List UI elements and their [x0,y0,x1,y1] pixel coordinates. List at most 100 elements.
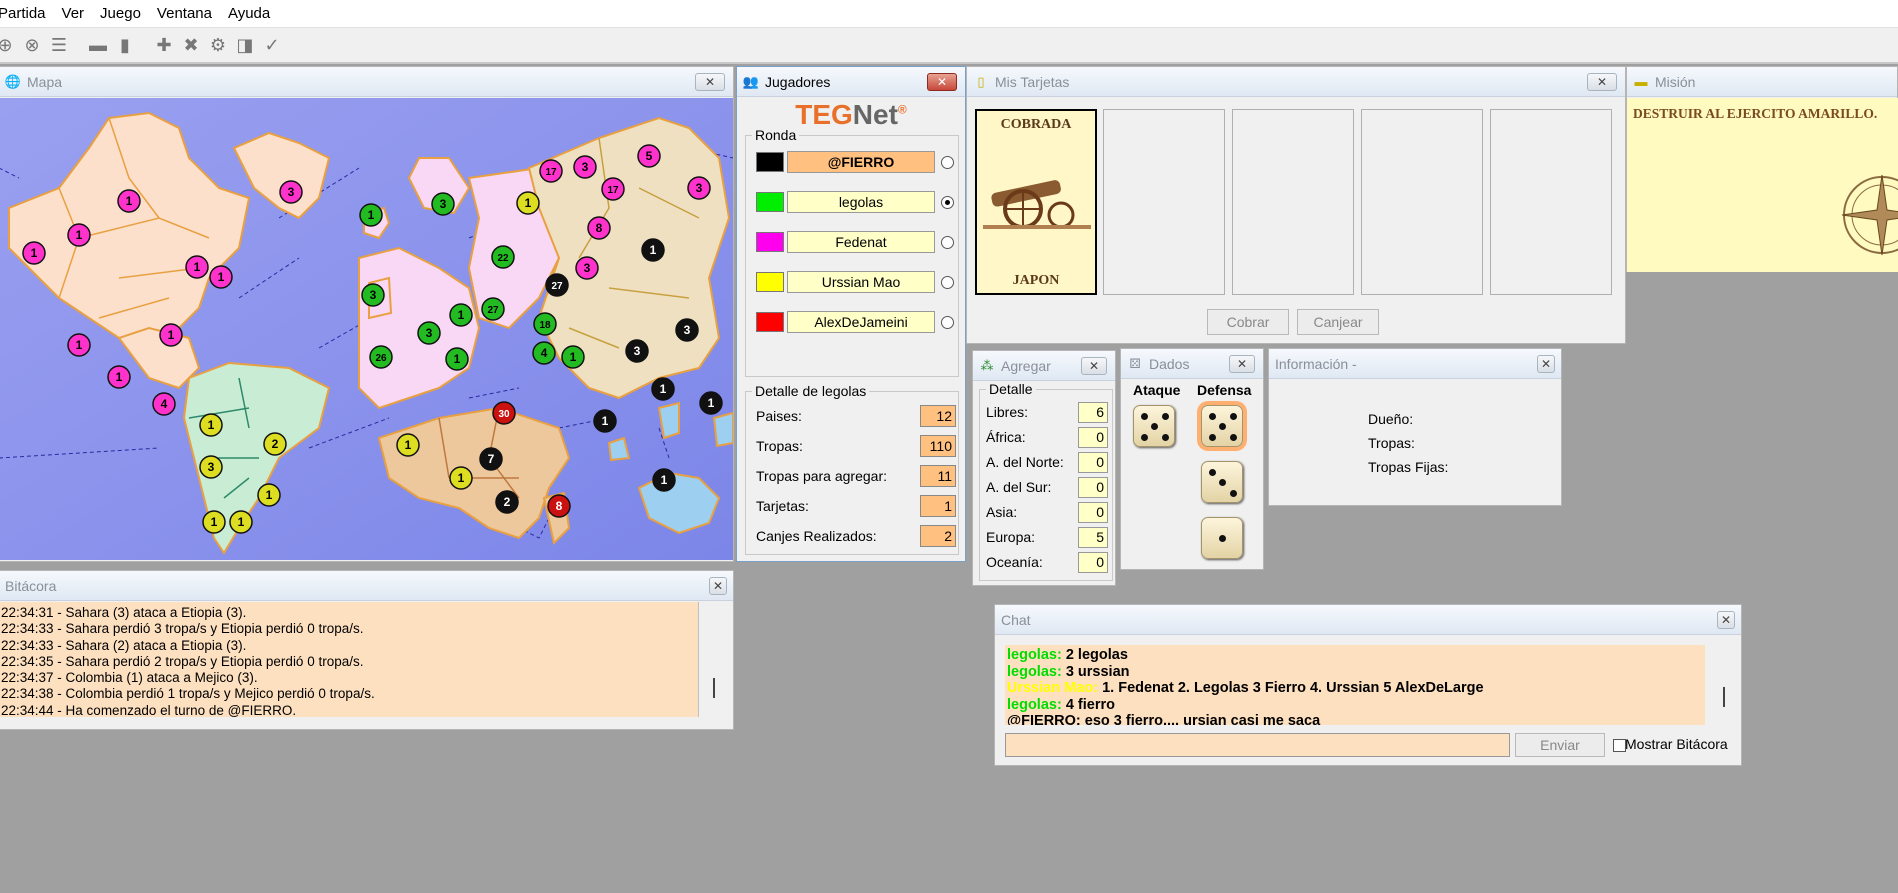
player-radio[interactable] [941,155,954,169]
army-marker[interactable]: 1 [593,409,617,433]
menu-item-1[interactable]: Ver [54,0,93,28]
army-marker[interactable]: 3 [575,256,599,280]
menu-item-2[interactable]: Juego [92,0,149,28]
close-button[interactable]: ✕ [695,73,725,91]
close-button[interactable]: ✕ [1229,355,1255,373]
army-marker[interactable]: 1 [641,238,665,262]
army-marker[interactable]: 7 [479,447,503,471]
army-marker[interactable]: 5 [637,144,661,168]
army-count: 1 [31,246,38,260]
player-row[interactable]: AlexDeJameini [756,310,956,334]
army-marker[interactable]: 1 [22,241,46,265]
army-marker[interactable]: 1 [257,483,281,507]
army-marker[interactable]: 17 [601,177,625,201]
army-marker[interactable]: 27 [545,273,569,297]
disconnect-icon[interactable]: ⊗ [19,31,45,59]
close-button[interactable]: ✕ [1717,611,1735,629]
army-marker[interactable]: 1 [67,223,91,247]
player-row[interactable]: Fedenat [756,230,956,254]
country-card[interactable]: COBRADA JAPON [975,109,1097,295]
army-marker[interactable]: 30 [492,401,516,425]
army-marker[interactable]: 3 [361,283,385,307]
window-icon[interactable]: ▮ [112,31,138,59]
army-marker[interactable]: 1 [445,347,469,371]
army-marker[interactable]: 1 [117,189,141,213]
army-marker[interactable]: 1 [229,510,253,534]
menu-item-0[interactable]: Partida [0,0,54,28]
cobrar-button[interactable]: Cobrar [1207,309,1289,335]
army-marker[interactable]: 1 [396,433,420,457]
menu-item-3[interactable]: Ventana [149,0,220,28]
army-marker[interactable]: 3 [199,455,223,479]
army-count: 18 [539,320,551,331]
player-row[interactable]: @FIERRO [756,150,956,174]
army-marker[interactable]: 3 [687,176,711,200]
army-count: 1 [211,515,218,529]
army-marker[interactable]: 2 [495,490,519,514]
player-radio[interactable] [941,315,954,329]
army-marker[interactable]: 3 [675,318,699,342]
army-marker[interactable]: 3 [625,339,649,363]
close-button[interactable]: ✕ [1537,355,1555,373]
army-marker[interactable]: 3 [417,321,441,345]
army-marker[interactable]: 1 [159,323,183,347]
close-button[interactable]: ✕ [1587,73,1617,91]
army-marker[interactable]: 4 [532,341,556,365]
army-marker[interactable]: 1 [651,377,675,401]
army-marker[interactable]: 8 [587,216,611,240]
army-marker[interactable]: 1 [199,413,223,437]
map-svg[interactable]: 111111114312311 1133221 27326 117 3175383127… [0,98,733,560]
army-marker[interactable]: 1 [652,468,676,492]
army-marker[interactable]: 2 [263,432,287,456]
army-marker[interactable]: 27 [481,297,505,321]
delete-icon[interactable]: ✖ [178,31,204,59]
army-marker[interactable]: 1 [449,466,473,490]
army-marker[interactable]: 1 [202,510,226,534]
army-marker[interactable]: 8 [547,494,571,518]
gear-icon[interactable]: ⚙ [205,31,231,59]
army-marker[interactable]: 22 [491,245,515,269]
player-radio[interactable] [941,235,954,249]
army-marker[interactable]: 4 [152,392,176,416]
close-button[interactable]: ✕ [1081,357,1107,375]
close-button[interactable]: ✕ [709,577,727,595]
army-marker[interactable]: 1 [516,191,540,215]
chat-message: legolas: 4 fierro [1007,697,1705,714]
send-button[interactable]: Enviar [1515,733,1605,757]
army-count: 2 [504,495,511,509]
connect-icon[interactable]: ⊕ [0,31,18,59]
menu-item-4[interactable]: Ayuda [220,0,278,28]
army-marker[interactable]: 17 [539,159,563,183]
close-button[interactable]: ✕ [927,73,957,91]
army-marker[interactable]: 1 [107,365,131,389]
army-marker[interactable]: 1 [67,333,91,357]
chat-scrollbar[interactable] [1717,645,1733,725]
army-marker[interactable]: 1 [449,303,473,327]
cards-window: ▯ Mis Tarjetas ✕ COBRADA JAPON Cobrar Ca… [966,66,1626,344]
check-icon[interactable]: ✓ [259,31,285,59]
window-icon[interactable]: ▬ [85,31,111,59]
add-icon[interactable]: ✚ [151,31,177,59]
army-marker[interactable]: 3 [279,180,303,204]
army-marker[interactable]: 3 [573,155,597,179]
army-marker[interactable]: 18 [533,312,557,336]
chat-text: eso 3 fierro.... ursian casi me saca [1080,713,1321,725]
army-marker[interactable]: 1 [561,345,585,369]
world-map[interactable]: 1 1 1 1 1 1 1 1 4 3 1 2 3 1 1 1 1 3 3 22 1 27 3 26 1 17 3 17 5 3 8 3 1 27… [0,98,733,560]
army-marker[interactable]: 1 [185,255,209,279]
army-marker[interactable]: 1 [359,203,383,227]
copy-icon[interactable]: ◨ [232,31,258,59]
army-marker[interactable]: 26 [369,345,393,369]
player-row[interactable]: legolas [756,190,956,214]
chat-input[interactable] [1005,733,1510,757]
player-row[interactable]: Urssian Mao [756,270,956,294]
army-marker[interactable]: 3 [431,192,455,216]
list-icon[interactable]: ☰ [46,31,72,59]
player-color [756,232,784,252]
player-radio[interactable] [941,195,954,209]
player-radio[interactable] [941,275,954,289]
army-marker[interactable]: 1 [209,265,233,289]
canjear-button[interactable]: Canjear [1297,309,1379,335]
log-scrollbar[interactable] [707,602,723,717]
army-marker[interactable]: 1 [699,391,723,415]
